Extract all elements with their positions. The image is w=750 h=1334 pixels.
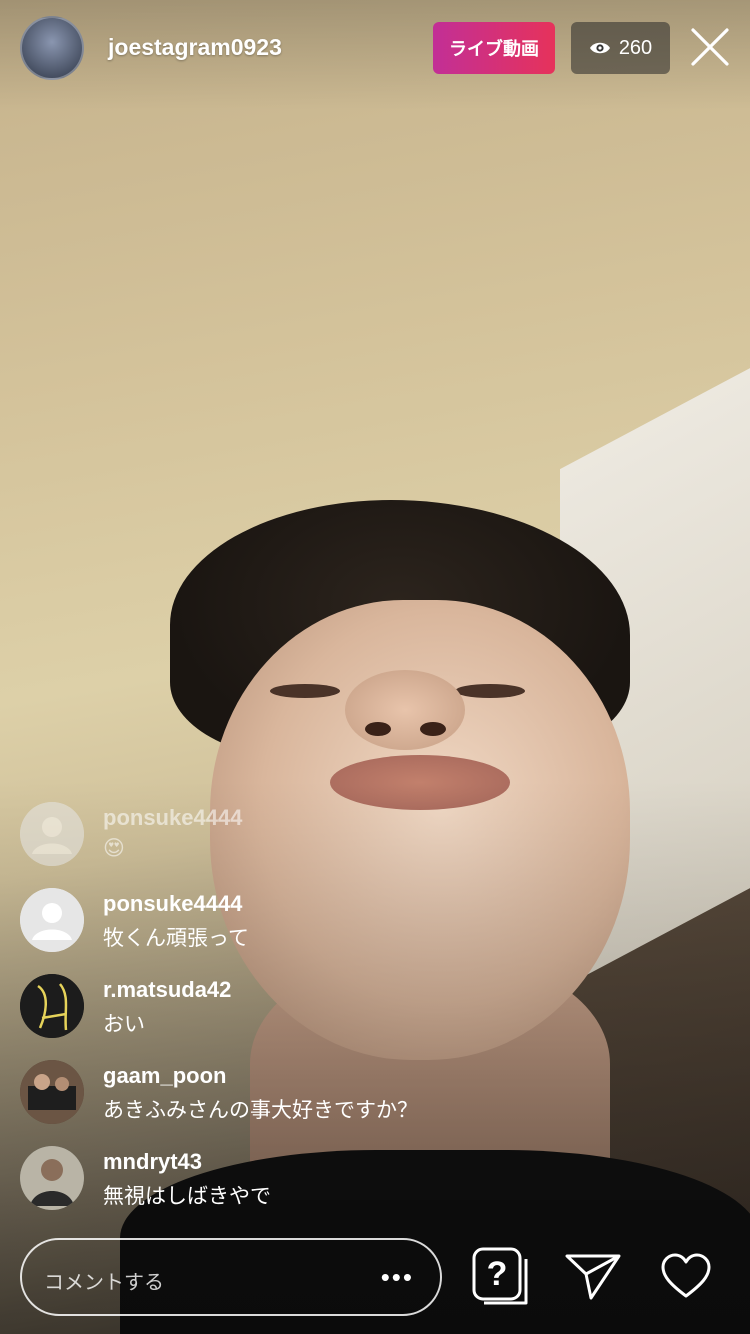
more-options-button[interactable]: ••• [381, 1262, 414, 1293]
heart-icon[interactable] [660, 1252, 712, 1300]
eye-icon [589, 42, 610, 54]
photo-avatar[interactable] [20, 1146, 84, 1210]
streamer-nose [345, 670, 465, 750]
photo-avatar[interactable] [20, 1060, 84, 1124]
comment-username[interactable]: gaam_poon [103, 1063, 226, 1089]
comment-item[interactable]: ponsuke4444 牧くん頑張って [20, 886, 580, 956]
nostril-right [420, 722, 446, 736]
comment-input[interactable]: コメントする ••• [20, 1238, 442, 1316]
comment-text: あきふみさんの事大好きですか？ [103, 1099, 418, 1122]
host-avatar[interactable] [20, 16, 84, 80]
default-person-icon[interactable] [20, 888, 84, 952]
comment-item[interactable]: gaam_poon あきふみさんの事大好きですか？ [20, 1058, 580, 1128]
comment-text: 無視はしばきやで [103, 1185, 271, 1208]
comment-placeholder: コメントする [44, 1272, 164, 1294]
comment-item[interactable]: ponsuke4444 😍 [20, 800, 580, 870]
question-sticker-icon[interactable]: ? [470, 1245, 532, 1307]
comment-username[interactable]: mndryt43 [103, 1149, 202, 1175]
close-icon[interactable] [686, 22, 734, 72]
comment-text: 😍 [103, 837, 125, 860]
comment-username[interactable]: ponsuke4444 [103, 805, 242, 831]
comment-username[interactable]: r.matsuda42 [103, 977, 231, 1003]
streamer-eye-right [455, 684, 525, 698]
live-badge: ライブ動画 [433, 22, 555, 74]
nostril-left [365, 722, 391, 736]
yellow-line-art-avatar[interactable] [20, 974, 84, 1038]
viewer-count-badge[interactable]: 260 [571, 22, 670, 74]
comment-item[interactable]: mndryt43 無視はしばきやで [20, 1144, 580, 1214]
streamer-eye-left [270, 684, 340, 698]
host-username[interactable]: joestagram0923 [108, 34, 282, 61]
svg-text:?: ? [487, 1255, 508, 1293]
default-person-icon[interactable] [20, 802, 84, 866]
comment-text: 牧くん頑張って [103, 927, 249, 950]
comment-item[interactable]: r.matsuda42 おい [20, 972, 580, 1042]
send-icon[interactable] [563, 1250, 623, 1302]
comment-text: おい [103, 1013, 145, 1036]
viewer-count: 260 [618, 36, 653, 59]
comment-username[interactable]: ponsuke4444 [103, 891, 242, 917]
